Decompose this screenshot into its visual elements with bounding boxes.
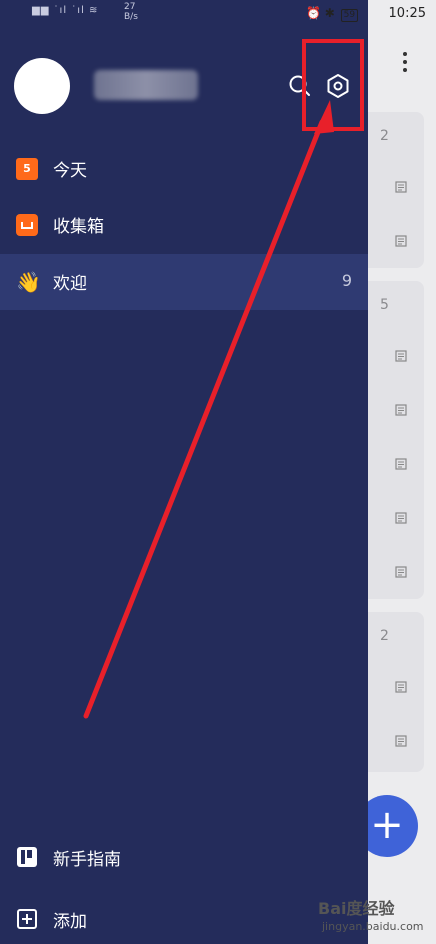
watermark-url: jingyan.baidu.com <box>322 920 424 933</box>
avatar[interactable] <box>14 58 70 114</box>
note-icon <box>395 235 407 247</box>
menu-item-guide[interactable]: 新手指南 <box>0 832 368 882</box>
username-blurred[interactable] <box>94 70 198 100</box>
group-count: 2 <box>380 628 389 644</box>
status-icons: ⏰ ✱ 59 <box>306 6 360 22</box>
note-icon <box>395 181 407 193</box>
add-square-icon <box>17 909 37 929</box>
group-count: 5 <box>380 297 389 313</box>
search-icon[interactable] <box>287 73 313 99</box>
menu-item-label: 新手指南 <box>53 850 121 870</box>
menu-item-label: 添加 <box>53 912 87 932</box>
note-icon <box>395 404 407 416</box>
calendar-icon: 5 <box>16 158 38 180</box>
guide-icon <box>17 847 37 867</box>
note-icon <box>395 350 407 362</box>
menu-item-today[interactable]: 5 今天 <box>0 141 368 197</box>
more-menu-icon[interactable] <box>400 52 410 78</box>
clock: 10:25 <box>388 6 426 21</box>
note-icon <box>395 566 407 578</box>
note-icon <box>395 681 407 693</box>
note-icon <box>395 458 407 470</box>
inbox-icon <box>16 214 38 236</box>
settings-icon[interactable] <box>324 72 352 100</box>
battery-icon: 59 <box>340 9 359 22</box>
group-count: 2 <box>380 128 389 144</box>
menu-item-label: 欢迎 <box>53 274 87 294</box>
menu-item-add[interactable]: 添加 <box>0 894 368 944</box>
navigation-drawer: 5 今天 收集箱 👋 欢迎 9 新手指南 添加 <box>0 0 368 944</box>
network-speed: 27 B/s <box>124 2 138 22</box>
menu-item-count: 9 <box>341 271 352 290</box>
menu-item-label: 今天 <box>53 161 87 181</box>
waving-hand-icon: 👋 <box>16 270 41 294</box>
note-icon <box>395 512 407 524</box>
background-task-group <box>368 281 424 599</box>
watermark-brand: Bai度经验 <box>318 899 395 918</box>
signal-indicators: ▆▆ ˙ıl ˙ıl ≋ <box>32 5 99 16</box>
menu-item-welcome[interactable]: 👋 欢迎 9 <box>0 254 368 310</box>
note-icon <box>395 735 407 747</box>
menu-item-label: 收集箱 <box>53 217 104 237</box>
status-bar: ▆▆ ˙ıl ˙ıl ≋ 27 B/s ⏰ ✱ 59 10:25 <box>0 0 436 28</box>
menu-item-inbox[interactable]: 收集箱 <box>0 197 368 253</box>
